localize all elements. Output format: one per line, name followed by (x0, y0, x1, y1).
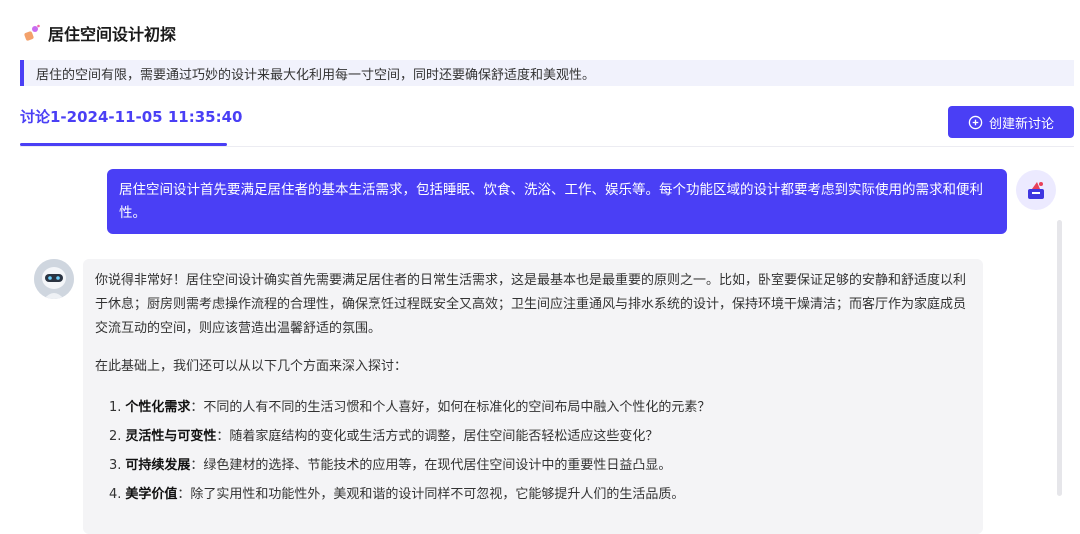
list-item: 4. 美学价值：除了实用性和功能性外，美观和谐的设计同样不可忽视，它能够提升人们的… (109, 480, 971, 509)
list-item-desc: ：不同的人有不同的生活习惯和个人喜好，如何在标准化的空间布局中融入个性化的元素？ (190, 400, 711, 415)
assistant-paragraph-2: 在此基础上，我们还可以从以下几个方面来深入探讨： (95, 359, 408, 374)
tab-discussion-1[interactable]: 讨论1-2024-11-05 11:35:40 (20, 106, 242, 130)
page-header: 居住空间设计初探 (22, 20, 176, 46)
banner-text: 居住的空间有限，需要通过巧妙的设计来最大化利用每一寸空间，同时还要确保舒适度和美… (36, 67, 596, 83)
new-discussion-button[interactable]: 创建新讨论 (948, 106, 1074, 138)
list-item-number: 1. (109, 400, 122, 415)
tab-divider (20, 146, 1074, 147)
list-item-term: 灵活性与可变性 (125, 429, 217, 444)
list-item-number: 3. (109, 458, 122, 473)
topic-banner: 居住的空间有限，需要通过巧妙的设计来最大化利用每一寸空间，同时还要确保舒适度和美… (20, 60, 1074, 86)
rocket-avatar-icon (1028, 182, 1044, 199)
robot-avatar-icon (34, 259, 74, 299)
list-item-term: 可持续发展 (125, 458, 191, 473)
list-item: 2. 灵活性与可变性：随着家庭结构的变化或生活方式的调整，居住空间能否轻松适应这些… (109, 422, 971, 451)
list-item-desc: ：除了实用性和功能性外，美观和谐的设计同样不可忽视，它能够提升人们的生活品质。 (177, 487, 685, 502)
list-item-term: 美学价值 (125, 487, 178, 502)
list-item: 3. 可持续发展：绿色建材的选择、节能技术的应用等，在现代居住空间设计中的重要性日… (109, 451, 971, 480)
user-avatar (1016, 170, 1056, 210)
list-item-number: 2. (109, 429, 122, 444)
list-item: 1. 个性化需求：不同的人有不同的生活习惯和个人喜好，如何在标准化的空间布局中融入… (109, 393, 971, 422)
plus-circle-icon (968, 115, 983, 129)
list-item-desc: ：绿色建材的选择、节能技术的应用等，在现代居住空间设计中的重要性日益凸显。 (190, 458, 672, 473)
new-discussion-label: 创建新讨论 (988, 116, 1054, 132)
user-message-text: 居住空间设计首先要满足居住者的基本生活需求，包括睡眠、饮食、洗浴、工作、娱乐等。… (119, 182, 983, 221)
sparkle-icon (22, 23, 42, 43)
chat-scrollbar[interactable] (1057, 220, 1062, 496)
page-title: 居住空间设计初探 (48, 25, 177, 44)
assistant-paragraph-1: 你说得非常好！居住空间设计确实首先需要满足居住者的日常生活需求，这是最基本也是最… (95, 273, 967, 336)
list-item-number: 4. (109, 487, 122, 502)
assistant-topic-list: 1. 个性化需求：不同的人有不同的生活习惯和个人喜好，如何在标准化的空间布局中融入… (95, 393, 971, 509)
list-item-desc: ：随着家庭结构的变化或生活方式的调整，居住空间能否轻松适应这些变化？ (216, 429, 659, 444)
bot-avatar (34, 259, 74, 299)
assistant-message: 你说得非常好！居住空间设计确实首先需要满足居住者的日常生活需求，这是最基本也是最… (83, 259, 983, 534)
list-item-term: 个性化需求 (125, 400, 191, 415)
user-message: 居住空间设计首先要满足居住者的基本生活需求，包括睡眠、饮食、洗浴、工作、娱乐等。… (107, 169, 1007, 234)
